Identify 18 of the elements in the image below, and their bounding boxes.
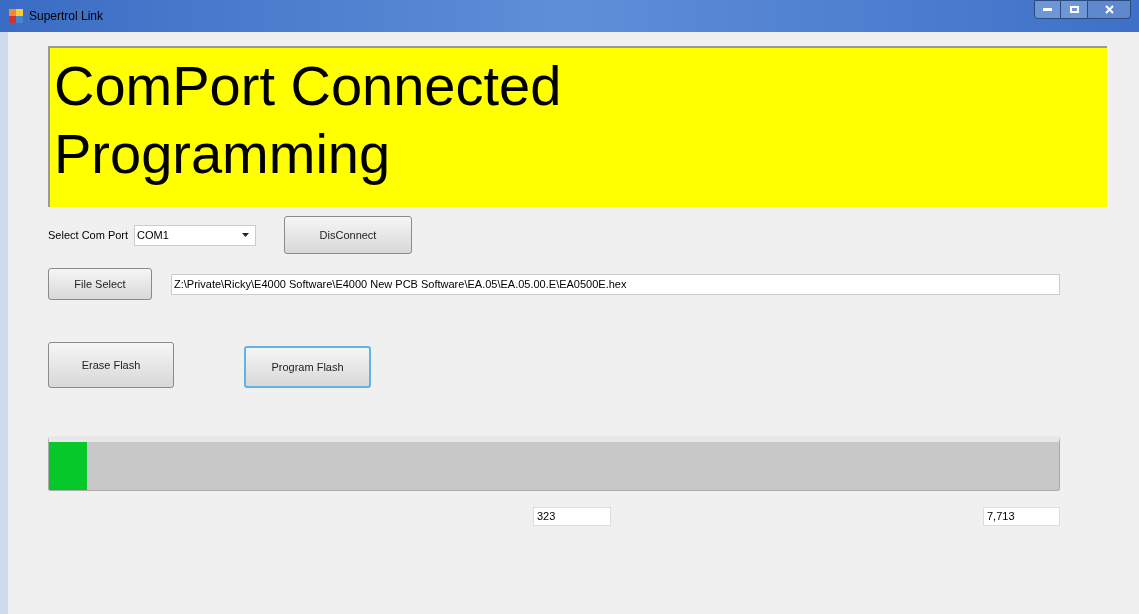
total-count-field[interactable]: 7,713 bbox=[983, 507, 1060, 526]
file-path-field[interactable]: Z:\Private\Ricky\E4000 Software\E4000 New PCB Software\EA.05\EA.05.00.E\EA0500E.hex bbox=[171, 273, 1060, 295]
dropdown-arrow-icon bbox=[242, 233, 249, 237]
action-button[interactable]: DisConnect bbox=[284, 216, 412, 254]
com-port-label: Select Com Port bbox=[48, 227, 130, 243]
close-button[interactable] bbox=[1087, 0, 1131, 19]
minimize-button[interactable] bbox=[1034, 0, 1061, 19]
status-text: ComPort Connected bbox=[54, 53, 563, 119]
com-port-dropdown[interactable]: COM1 bbox=[134, 224, 256, 246]
window-title: Supertrol Link bbox=[29, 8, 104, 25]
status-text: Programming bbox=[54, 121, 392, 187]
maximize-button[interactable] bbox=[1061, 0, 1087, 19]
current-count-field[interactable]: 323 bbox=[533, 507, 611, 526]
file-select-button[interactable]: File Select bbox=[48, 268, 152, 300]
close-icon bbox=[1104, 5, 1114, 14]
action-button[interactable]: Erase Flash bbox=[48, 342, 174, 388]
action-button[interactable]: Program Flash bbox=[244, 346, 371, 388]
app-icon bbox=[9, 9, 23, 23]
